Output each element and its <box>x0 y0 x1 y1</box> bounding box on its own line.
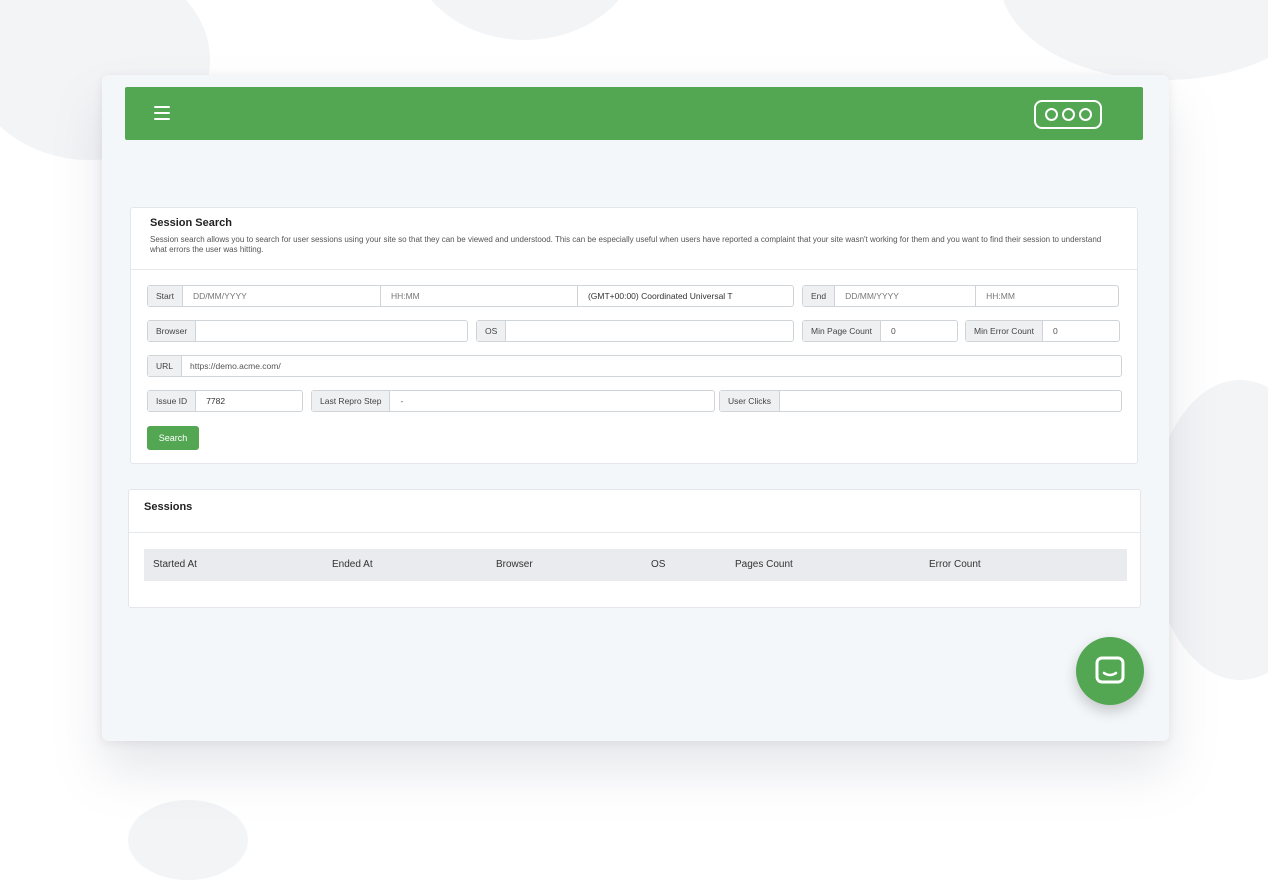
url-group: URL https://demo.acme.com/ <box>147 355 1122 377</box>
session-search-card: Session Search Session search allows you… <box>130 207 1138 464</box>
os-group: OS <box>476 320 794 342</box>
url-input[interactable]: https://demo.acme.com/ <box>182 356 1121 376</box>
column-header-ended-at[interactable]: Ended At <box>332 559 373 570</box>
end-datetime-group: End DD/MM/YYYY HH:MM <box>802 285 1119 307</box>
column-header-os[interactable]: OS <box>651 559 665 570</box>
session-search-title: Session Search <box>150 217 232 229</box>
min-page-count-label: Min Page Count <box>803 321 881 341</box>
os-input[interactable] <box>506 321 793 341</box>
sessions-title: Sessions <box>144 501 193 513</box>
user-clicks-input[interactable] <box>780 391 1121 411</box>
min-error-count-input[interactable]: 0 <box>1043 321 1119 341</box>
browser-input[interactable] <box>196 321 467 341</box>
start-label: Start <box>148 286 183 306</box>
user-clicks-label: User Clicks <box>720 391 780 411</box>
sessions-table-header: Started At Ended At Browser OS Pages Cou… <box>144 549 1127 581</box>
os-label: OS <box>477 321 507 341</box>
column-header-browser[interactable]: Browser <box>496 559 533 570</box>
column-header-error-count[interactable]: Error Count <box>929 559 981 570</box>
browser-label: Browser <box>148 321 197 341</box>
start-time-input[interactable]: HH:MM <box>379 286 577 306</box>
start-datetime-group: Start DD/MM/YYYY HH:MM (GMT+00:00) Coord… <box>147 285 794 307</box>
start-date-input[interactable]: DD/MM/YYYY <box>183 286 380 306</box>
sessions-card: Sessions Started At Ended At Browser OS … <box>128 489 1141 608</box>
background-blob <box>128 800 248 880</box>
min-error-count-label: Min Error Count <box>966 321 1043 341</box>
min-page-count-input[interactable]: 0 <box>881 321 957 341</box>
user-clicks-group: User Clicks <box>719 390 1122 412</box>
end-time-input[interactable]: HH:MM <box>975 286 1118 306</box>
end-label: End <box>803 286 836 306</box>
search-button[interactable]: Search <box>147 426 199 450</box>
column-header-started-at[interactable]: Started At <box>153 559 197 570</box>
top-navbar <box>125 87 1143 140</box>
issue-id-label: Issue ID <box>148 391 197 411</box>
min-error-count-group: Min Error Count 0 <box>965 320 1120 342</box>
url-label: URL <box>148 356 183 376</box>
chat-bubble-icon <box>1095 656 1125 684</box>
last-repro-step-input[interactable]: - <box>390 391 714 411</box>
browser-group: Browser <box>147 320 468 342</box>
chat-launcher-button[interactable] <box>1076 637 1144 705</box>
timezone-select[interactable]: (GMT+00:00) Coordinated Universal T <box>576 286 793 306</box>
session-search-header: Session Search Session search allows you… <box>131 208 1137 270</box>
more-options-icon[interactable] <box>1034 100 1102 129</box>
min-page-count-group: Min Page Count 0 <box>802 320 958 342</box>
session-search-description: Session search allows you to search for … <box>150 235 1102 254</box>
last-repro-step-label: Last Repro Step <box>312 391 391 411</box>
last-repro-step-group: Last Repro Step - <box>311 390 715 412</box>
divider <box>129 532 1140 533</box>
issue-id-input[interactable]: 7782 <box>196 391 302 411</box>
end-date-input[interactable]: DD/MM/YYYY <box>835 286 975 306</box>
column-header-pages-count[interactable]: Pages Count <box>735 559 793 570</box>
issue-id-group: Issue ID 7782 <box>147 390 303 412</box>
hamburger-menu-icon[interactable] <box>154 106 170 120</box>
background-blob <box>1000 0 1268 80</box>
background-blob <box>410 0 640 40</box>
